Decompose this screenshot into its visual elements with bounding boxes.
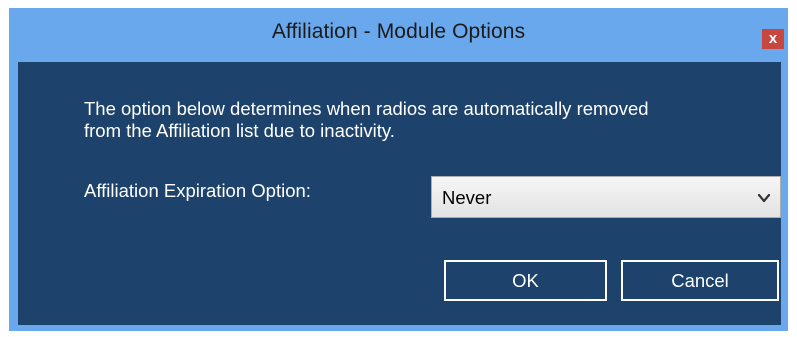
close-icon: x xyxy=(768,30,778,47)
expiration-option-label: Affiliation Expiration Option: xyxy=(84,180,311,201)
chevron-down-icon xyxy=(757,193,771,203)
window-title: Affiliation - Module Options xyxy=(271,20,526,43)
expiration-option-dropdown[interactable]: Never xyxy=(431,176,781,218)
description-line-1: The option below determines when radios … xyxy=(84,98,649,119)
description-text: The option below determines when radios … xyxy=(84,98,774,142)
dialog-window: Affiliation - Module Options x The optio… xyxy=(9,8,788,331)
dialog-body: The option below determines when radios … xyxy=(18,62,781,325)
ok-button[interactable]: OK xyxy=(444,260,607,301)
cancel-button[interactable]: Cancel xyxy=(621,260,779,301)
expiration-option-selected-value: Never xyxy=(442,187,492,208)
close-button[interactable]: x xyxy=(762,29,784,49)
title-bar[interactable]: Affiliation - Module Options x xyxy=(9,8,788,62)
description-line-2: from the Affiliation list due to inactiv… xyxy=(84,120,395,141)
